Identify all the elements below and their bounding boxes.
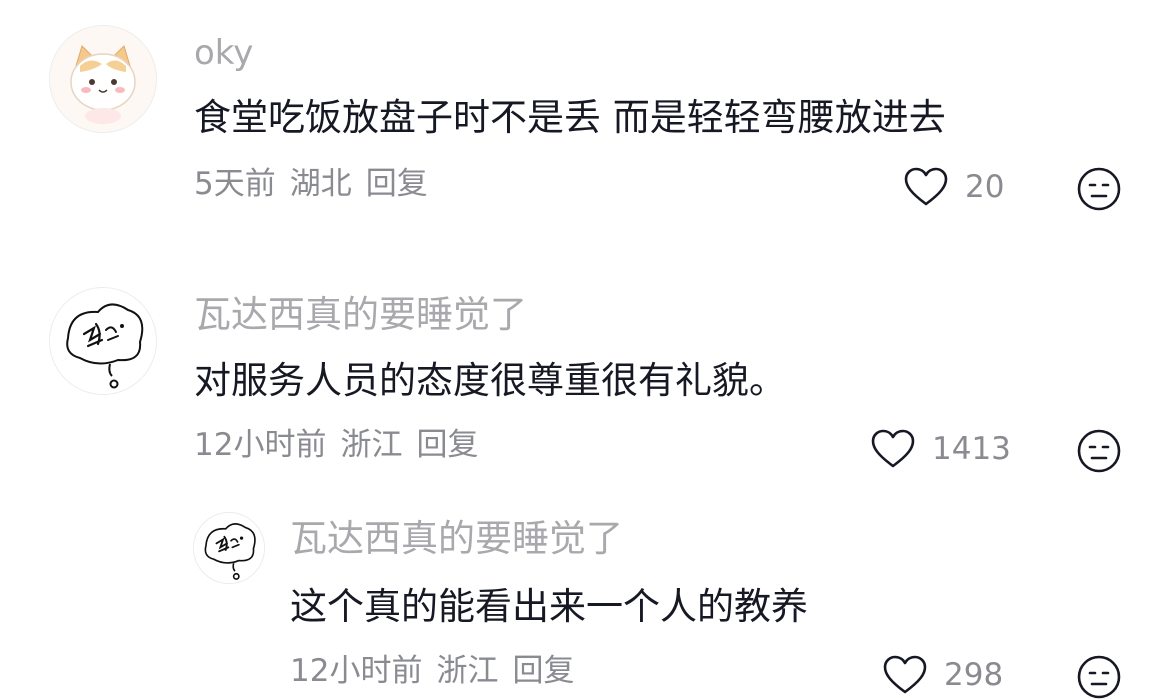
- like-count: 298: [944, 656, 1004, 693]
- dislike-button[interactable]: [1076, 654, 1122, 700]
- comment-username[interactable]: 瓦达西真的要睡觉了: [290, 520, 623, 557]
- heart-icon: [883, 655, 927, 694]
- comment-location: 浙江: [436, 653, 499, 689]
- like-button[interactable]: 298: [882, 654, 1003, 696]
- reply-comment-item: 瓦达西真的要睡觉了 这个真的能看出来一个人的教养 12小时前 浙江 回复 298: [0, 0, 1170, 699]
- reply-button[interactable]: 回复: [512, 653, 574, 689]
- comment-time: 12小时前: [290, 653, 423, 689]
- doodle-avatar-icon[interactable]: [193, 512, 265, 584]
- comment-text: 这个真的能看出来一个人的教养: [290, 585, 808, 628]
- neutral-face-icon: [1077, 655, 1121, 699]
- comment-meta: 12小时前 浙江 回复: [290, 656, 588, 687]
